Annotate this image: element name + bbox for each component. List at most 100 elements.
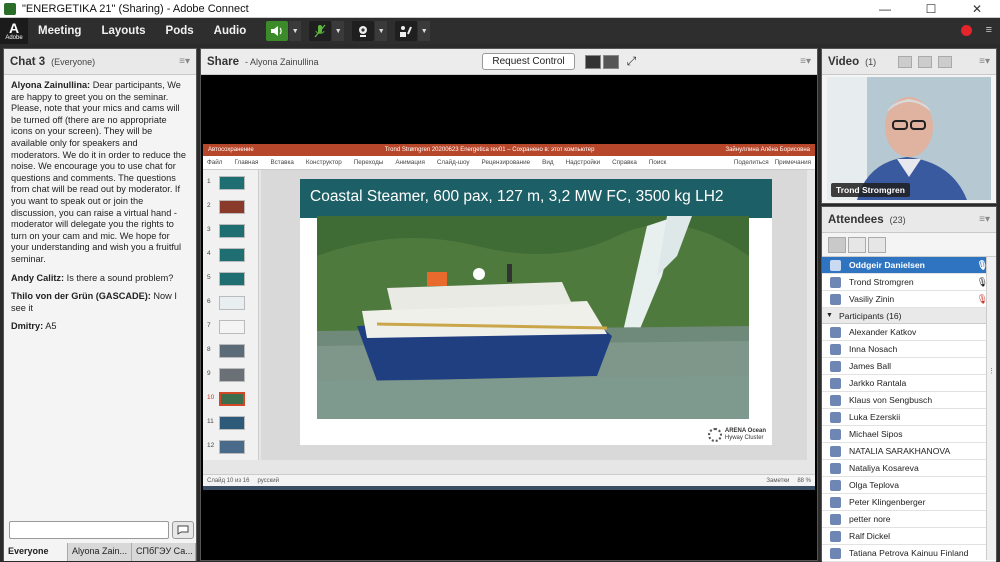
menu-pods[interactable]: Pods <box>166 25 194 37</box>
slide-thumbnail[interactable] <box>219 416 245 430</box>
participant-icon <box>830 343 841 355</box>
filmstrip-view-icon[interactable] <box>917 55 932 68</box>
ribbon-insert[interactable]: Вставка <box>270 159 293 166</box>
ribbon-help[interactable]: Справка <box>612 159 637 166</box>
attendees-menu-icon[interactable]: ≡▾ <box>979 214 990 225</box>
participant-icon <box>830 428 841 440</box>
chat-pod: Chat 3 (Everyone) ≡▾ Alyona Zainullina: … <box>3 48 197 561</box>
minimize-button[interactable]: — <box>862 2 908 16</box>
share-header: Share - Alyona Zainullina Request Contro… <box>201 49 817 75</box>
attendee-row[interactable]: Michael Sipos <box>822 426 996 443</box>
slide-thumbnail[interactable] <box>219 248 245 262</box>
camera-dropdown[interactable]: ▼ <box>375 21 388 41</box>
chat-tab-private-1[interactable]: Alyona Zain... <box>68 543 132 561</box>
speaker-button[interactable] <box>266 21 289 41</box>
ribbon-animations[interactable]: Анимация <box>395 159 425 166</box>
menu-audio[interactable]: Audio <box>214 25 247 37</box>
slide-thumbnail-active[interactable] <box>219 392 245 406</box>
attendee-row[interactable]: Luka Ezerskii <box>822 409 996 426</box>
ribbon-comments[interactable]: Примечания <box>775 159 811 166</box>
chat-tab-private-2[interactable]: СПбГЭУ Са... <box>132 543 196 561</box>
chat-input[interactable] <box>9 521 169 539</box>
attendee-row[interactable]: Klaus von Sengbusch <box>822 392 996 409</box>
attendee-row[interactable]: Nataliya Kosareva <box>822 460 996 477</box>
thumb-number: 5 <box>207 274 211 281</box>
slide-thumbnail[interactable] <box>219 440 245 454</box>
chat-message: Thilo von der Grün (GASCADE): Now I see … <box>11 291 189 314</box>
attendee-row-host[interactable]: Trond Stromgren 🎙 <box>822 274 996 291</box>
ribbon-file[interactable]: Файл <box>207 159 222 166</box>
slide-thumbnail[interactable] <box>219 344 245 358</box>
ribbon-view[interactable]: Вид <box>542 159 553 166</box>
ribbon-search[interactable]: Поиск <box>649 159 666 166</box>
attendee-row[interactable]: James Ball <box>822 358 996 375</box>
ppt-notes[interactable]: Заметки <box>766 478 789 484</box>
attendee-row[interactable]: Olga Teplova <box>822 477 996 494</box>
host-icon <box>830 293 841 305</box>
menu-meeting[interactable]: Meeting <box>38 25 81 37</box>
list-view-icon[interactable] <box>828 236 846 253</box>
attendee-row[interactable]: Tatiana Petrova Kainuu Finland <box>822 545 996 562</box>
more-options-icon[interactable]: ≡ <box>986 24 992 36</box>
chat-message: Dmitry: A5 <box>11 321 189 333</box>
ribbon-slideshow[interactable]: Слайд-шоу <box>437 159 470 166</box>
participants-group[interactable]: ▼ Participants (16) <box>822 308 996 324</box>
breakout-view-icon[interactable] <box>848 236 866 253</box>
ppt-zoom-level[interactable]: 88 % <box>797 478 811 484</box>
send-button[interactable] <box>172 521 194 539</box>
slide-thumbnail[interactable] <box>219 296 245 310</box>
scroll-thumb[interactable]: ⋮ <box>988 367 995 377</box>
maximize-button[interactable]: ☐ <box>908 2 954 16</box>
request-control-button[interactable]: Request Control <box>482 53 575 70</box>
close-button[interactable]: ✕ <box>954 2 1000 16</box>
fullscreen-icon[interactable]: ⤢ <box>627 54 637 69</box>
ribbon-share[interactable]: Поделиться <box>734 159 769 166</box>
grid-view-icon[interactable] <box>897 55 912 68</box>
thumb-number: 1 <box>207 178 211 185</box>
attendee-row[interactable]: Inna Nosach <box>822 341 996 358</box>
camera-button[interactable] <box>352 21 375 41</box>
arena-logo-line1: ARENA Ocean <box>724 428 766 434</box>
status-control: ▼ <box>395 21 431 41</box>
view-normal-button[interactable] <box>584 54 601 69</box>
ribbon-addins[interactable]: Надстройки <box>566 159 601 166</box>
ribbon-design[interactable]: Конструктор <box>306 159 342 166</box>
attendee-row-host[interactable]: Vasiliy Zinin 🎙 <box>822 291 996 308</box>
attendee-row[interactable]: Jarkko Rantala <box>822 375 996 392</box>
chat-menu-icon[interactable]: ≡▾ <box>179 56 190 67</box>
attendee-row[interactable]: Peter Klingenberger <box>822 494 996 511</box>
participant-icon <box>830 462 841 474</box>
slide-thumbnail[interactable] <box>219 224 245 238</box>
attendee-row[interactable]: NATALIA SARAKHANOVA <box>822 443 996 460</box>
attendee-row[interactable]: Alexander Katkov <box>822 324 996 341</box>
slide-thumbnail[interactable] <box>219 368 245 382</box>
status-dropdown[interactable]: ▼ <box>418 21 431 41</box>
ribbon-home[interactable]: Главная <box>234 159 258 166</box>
speaker-dropdown[interactable]: ▼ <box>289 21 302 41</box>
ribbon-transitions[interactable]: Переходы <box>354 159 384 166</box>
attendee-row-host[interactable]: Oddgeir Danielsen 🎙 <box>822 257 996 274</box>
chat-tab-everyone[interactable]: Everyone <box>4 543 68 561</box>
slide-thumbnail[interactable] <box>219 176 245 190</box>
slide-thumbnail[interactable] <box>219 200 245 214</box>
current-slide: Coastal Steamer, 600 pax, 127 m, 3,2 MW … <box>300 179 772 445</box>
speaker-name: Trond Stromgren <box>831 183 910 197</box>
mic-button[interactable] <box>309 21 332 41</box>
menu-layouts[interactable]: Layouts <box>101 25 145 37</box>
video-menu-icon[interactable]: ≡▾ <box>979 56 990 67</box>
view-fit-button[interactable] <box>602 54 619 69</box>
slide-thumbnails: 1 2 3 4 5 6 7 8 9 10 11 12 <box>203 170 259 460</box>
status-view-icon[interactable] <box>868 236 886 253</box>
collapse-arrow-icon[interactable]: ▼ <box>826 312 833 319</box>
mic-dropdown[interactable]: ▼ <box>332 21 345 41</box>
ribbon-review[interactable]: Рецензирование <box>482 159 531 166</box>
attendee-scrollbar[interactable]: ⋮ <box>986 257 996 560</box>
fullscreen-icon[interactable] <box>937 55 952 68</box>
slide-thumbnail[interactable] <box>219 320 245 334</box>
attendee-row[interactable]: petter nore <box>822 511 996 528</box>
attendee-row[interactable]: Ralf Dickel <box>822 528 996 545</box>
slide-thumbnail[interactable] <box>219 272 245 286</box>
raise-hand-button[interactable] <box>395 21 418 41</box>
share-menu-icon[interactable]: ≡▾ <box>800 56 811 67</box>
recording-indicator[interactable] <box>961 25 972 36</box>
